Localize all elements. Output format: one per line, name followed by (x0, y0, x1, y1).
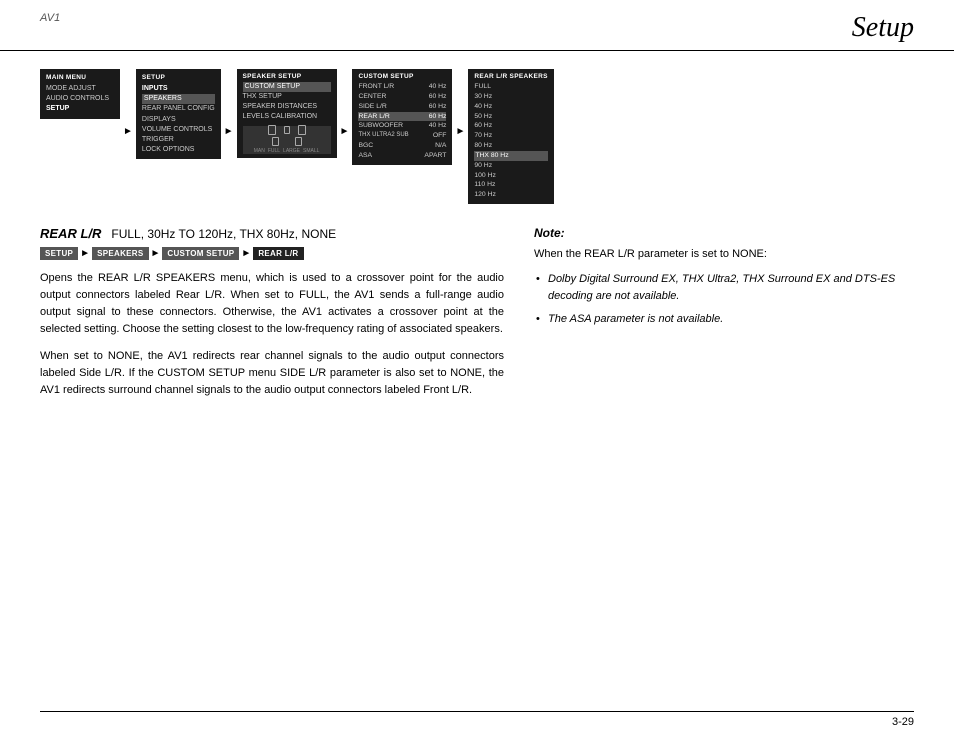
setup-item-lock: LOCK OPTIONS (142, 145, 215, 155)
arrow-1: ► (120, 126, 136, 137)
setup-item-speakers: SPEAKERS (142, 94, 215, 104)
custom-row-front: FRONT L/R40 Hz (358, 82, 446, 92)
note-item-2: The ASA parameter is not available. (534, 311, 914, 328)
speaker-setup-title: SPEAKER SETUP (243, 73, 331, 80)
rear-item-70: 70 Hz (474, 131, 547, 141)
custom-row-asa: ASAAPART (358, 151, 446, 161)
breadcrumb-arrow-3: ► (241, 248, 251, 259)
speaker-setup-box: SPEAKER SETUP CUSTOM SETUP THX SETUP SPE… (237, 69, 337, 158)
setup-item-rear: REAR PANEL CONFIG (142, 104, 215, 114)
rear-item-thx80: THX 80 Hz (474, 151, 547, 161)
rear-item-60: 60 Hz (474, 121, 547, 131)
speaker-item-thx: THX SETUP (243, 92, 331, 102)
body-paragraph-1: Opens the REAR L/R SPEAKERS menu, which … (40, 270, 504, 338)
body-content: REAR L/R FULL, 30Hz TO 120Hz, THX 80Hz, … (40, 226, 914, 409)
note-list: Dolby Digital Surround EX, THX Ultra2, T… (534, 271, 914, 328)
main-menu-box: MAIN MENU MODE ADJUST AUDIO CONTROLS SET… (40, 69, 120, 119)
custom-row-center: CENTER60 Hz (358, 92, 446, 102)
main-menu-item-1: MODE ADJUST (46, 84, 114, 94)
custom-setup-box: CUSTOM SETUP FRONT L/R40 Hz CENTER60 Hz … (352, 69, 452, 165)
rear-item-120: 120 Hz (474, 190, 547, 200)
page-footer: 3-29 (40, 711, 914, 728)
setup-menu-box: SETUP INPUTS SPEAKERS REAR PANEL CONFIG … (136, 69, 221, 159)
page-number: 3-29 (892, 716, 914, 728)
section-main-title: REAR L/R (40, 226, 101, 241)
menu-diagram: MAIN MENU MODE ADJUST AUDIO CONTROLS SET… (40, 69, 914, 204)
note-title: Note: (534, 226, 914, 240)
speaker-diagram: MANFULLLARGESMALL (243, 126, 331, 154)
rear-speakers-box: REAR L/R SPEAKERS FULL 30 Hz 40 Hz 50 Hz… (468, 69, 553, 204)
custom-setup-title: CUSTOM SETUP (358, 73, 446, 80)
main-menu-title: MAIN MENU (46, 73, 114, 82)
speaker-item-custom: CUSTOM SETUP (243, 82, 331, 92)
arrow-2: ► (221, 126, 237, 137)
breadcrumb: SETUP ► SPEAKERS ► CUSTOM SETUP ► REAR L… (40, 247, 504, 260)
rear-item-30: 30 Hz (474, 92, 547, 102)
page-header: AV1 Setup (0, 0, 954, 51)
custom-row-rear: REAR L/R60 Hz (358, 112, 446, 122)
setup-menu-title: SETUP (142, 73, 215, 82)
note-intro: When the REAR L/R parameter is set to NO… (534, 246, 914, 263)
rear-item-100: 100 Hz (474, 171, 547, 181)
setup-item-trigger: TRIGGER (142, 135, 215, 145)
breadcrumb-arrow-1: ► (80, 248, 90, 259)
main-menu-item-3: SETUP (46, 104, 114, 114)
arrow-4: ► (452, 126, 468, 137)
rear-item-40: 40 Hz (474, 102, 547, 112)
main-menu-item-2: AUDIO CONTROLS (46, 94, 114, 104)
breadcrumb-speakers: SPEAKERS (92, 247, 148, 260)
body-paragraph-2: When set to NONE, the AV1 redirects rear… (40, 348, 504, 399)
custom-row-thx: THX ULTRA2 SUBOFF (358, 131, 446, 141)
setup-item-displays: DISPLAYS (142, 115, 215, 125)
custom-row-bgc: BGCN/A (358, 141, 446, 151)
rear-item-80: 80 Hz (474, 141, 547, 151)
setup-item-inputs: INPUTS (142, 84, 215, 94)
breadcrumb-rear-lr: REAR L/R (253, 247, 303, 260)
section-title-row: REAR L/R FULL, 30Hz TO 120Hz, THX 80Hz, … (40, 226, 504, 241)
breadcrumb-custom-setup: CUSTOM SETUP (162, 247, 239, 260)
custom-row-sub: SUBWOOFER40 Hz (358, 121, 446, 131)
breadcrumb-arrow-2: ► (151, 248, 161, 259)
header-left-label: AV1 (40, 12, 60, 24)
speaker-item-distances: SPEAKER DISTANCES (243, 102, 331, 112)
header-right-title: Setup (852, 12, 914, 44)
setup-item-volume: VOLUME CONTROLS (142, 125, 215, 135)
section-values: FULL, 30Hz TO 120Hz, THX 80Hz, NONE (111, 227, 336, 241)
note-item-1: Dolby Digital Surround EX, THX Ultra2, T… (534, 271, 914, 305)
right-column: Note: When the REAR L/R parameter is set… (534, 226, 914, 409)
custom-row-side: SIDE L/R60 Hz (358, 102, 446, 112)
left-column: REAR L/R FULL, 30Hz TO 120Hz, THX 80Hz, … (40, 226, 504, 409)
rear-item-full: FULL (474, 82, 547, 92)
rear-speakers-title: REAR L/R SPEAKERS (474, 73, 547, 80)
arrow-3: ► (337, 126, 353, 137)
speaker-item-levels: LEVELS CALIBRATION (243, 112, 331, 122)
breadcrumb-setup: SETUP (40, 247, 78, 260)
rear-item-50: 50 Hz (474, 112, 547, 122)
rear-item-110: 110 Hz (474, 180, 547, 190)
rear-item-90: 90 Hz (474, 161, 547, 171)
